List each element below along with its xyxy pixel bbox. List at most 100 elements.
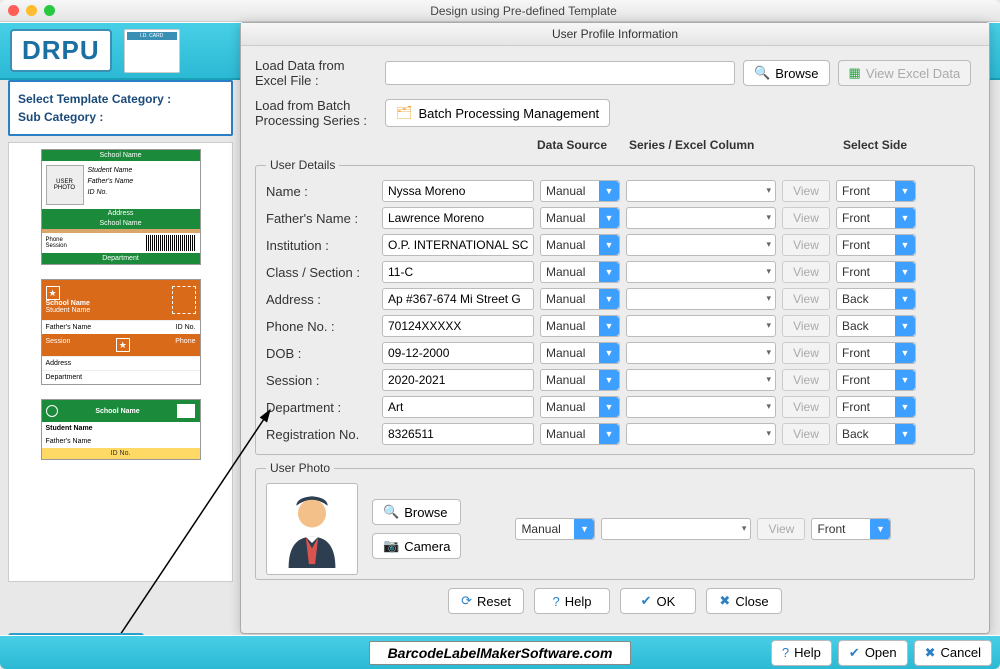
id-card-thumbnail: I.D. CARD	[124, 29, 180, 73]
check-icon: ✔	[849, 645, 860, 661]
field-input[interactable]	[382, 315, 534, 337]
close-icon: ✖	[719, 593, 730, 609]
circle-icon	[46, 405, 58, 417]
column-select[interactable]: ▾	[626, 423, 776, 445]
photo-side-select[interactable]: Front▼	[811, 518, 891, 540]
photo-datasource-select[interactable]: Manual▼	[515, 518, 595, 540]
datasource-select[interactable]: Manual▼	[540, 342, 620, 364]
zoom-window-button[interactable]	[44, 5, 55, 16]
chevron-down-icon: ▼	[599, 316, 619, 336]
view-button[interactable]: View	[782, 261, 830, 283]
field-input[interactable]	[382, 423, 534, 445]
person-icon	[273, 490, 351, 568]
chevron-down-icon: ▾	[766, 428, 771, 439]
side-select[interactable]: Front▼	[836, 180, 916, 202]
view-button[interactable]: View	[782, 396, 830, 418]
column-select[interactable]: ▾	[626, 234, 776, 256]
camera-icon: 📷	[383, 538, 399, 554]
datasource-select[interactable]: Manual▼	[540, 234, 620, 256]
view-button[interactable]: View	[782, 342, 830, 364]
reset-button[interactable]: ⟳Reset	[448, 588, 524, 614]
chevron-down-icon: ▾	[766, 347, 771, 358]
photo-column-select[interactable]: ▾	[601, 518, 751, 540]
datasource-select[interactable]: Manual▼	[540, 207, 620, 229]
table-icon: ▦	[849, 65, 861, 81]
photo-browse-button[interactable]: 🔍Browse	[372, 499, 461, 525]
grid-header: Data Source Series / Excel Column Select…	[255, 138, 975, 152]
side-select[interactable]: Front▼	[836, 369, 916, 391]
column-select[interactable]: ▾	[626, 261, 776, 283]
field-input[interactable]	[382, 288, 534, 310]
column-select[interactable]: ▾	[626, 315, 776, 337]
datasource-select[interactable]: Manual▼	[540, 315, 620, 337]
side-select[interactable]: Front▼	[836, 261, 916, 283]
chevron-down-icon: ▼	[895, 370, 915, 390]
ok-button[interactable]: ✔OK	[620, 588, 696, 614]
bottom-open-button[interactable]: ✔Open	[838, 640, 908, 666]
view-button[interactable]: View	[782, 315, 830, 337]
excel-label: Load Data from Excel File :	[255, 58, 377, 88]
side-select[interactable]: Back▼	[836, 288, 916, 310]
view-button[interactable]: View	[782, 207, 830, 229]
field-row: Registration No.Manual▼▾ViewBack▼	[266, 423, 964, 445]
chevron-down-icon: ▼	[895, 235, 915, 255]
help-button[interactable]: ?Help	[534, 588, 610, 614]
photo-view-button[interactable]: View	[757, 518, 805, 540]
datasource-select[interactable]: Manual▼	[540, 396, 620, 418]
template-card-2[interactable]: ★ School Name Student Name Father's Name…	[41, 279, 201, 385]
view-button[interactable]: View	[782, 180, 830, 202]
field-label: Institution :	[266, 238, 376, 253]
dialog-title: User Profile Information	[241, 23, 989, 46]
template-card-3[interactable]: School Name Student Name Father's Name I…	[41, 399, 201, 460]
template-card-1[interactable]: School Name USER PHOTO Student Name Fath…	[41, 149, 201, 265]
field-input[interactable]	[382, 396, 534, 418]
minimize-window-button[interactable]	[26, 5, 37, 16]
field-input[interactable]	[382, 180, 534, 202]
bottom-cancel-button[interactable]: ✖Cancel	[914, 640, 992, 666]
column-select[interactable]: ▾	[626, 288, 776, 310]
close-window-button[interactable]	[8, 5, 19, 16]
column-select[interactable]: ▾	[626, 207, 776, 229]
side-select[interactable]: Back▼	[836, 423, 916, 445]
bottom-help-button[interactable]: ?Help	[771, 640, 832, 666]
side-select[interactable]: Front▼	[836, 396, 916, 418]
side-select[interactable]: Front▼	[836, 234, 916, 256]
side-select[interactable]: Front▼	[836, 342, 916, 364]
chevron-down-icon: ▼	[599, 181, 619, 201]
template-list[interactable]: School Name USER PHOTO Student Name Fath…	[8, 142, 233, 582]
view-button[interactable]: View	[782, 234, 830, 256]
batch-processing-button[interactable]: 🗂 Batch Processing Management	[385, 99, 610, 127]
field-row: Father's Name :Manual▼▾ViewFront▼	[266, 207, 964, 229]
column-select[interactable]: ▾	[626, 369, 776, 391]
view-button[interactable]: View	[782, 288, 830, 310]
star-icon: ★	[46, 286, 60, 300]
side-select[interactable]: Front▼	[836, 207, 916, 229]
datasource-select[interactable]: Manual▼	[540, 369, 620, 391]
datasource-select[interactable]: Manual▼	[540, 180, 620, 202]
datasource-select[interactable]: Manual▼	[540, 423, 620, 445]
field-label: Department :	[266, 400, 376, 415]
search-icon: 🔍	[754, 65, 770, 81]
field-input[interactable]	[382, 342, 534, 364]
side-select[interactable]: Back▼	[836, 315, 916, 337]
column-select[interactable]: ▾	[626, 180, 776, 202]
field-input[interactable]	[382, 369, 534, 391]
avatar	[266, 483, 358, 575]
chevron-down-icon: ▼	[599, 262, 619, 282]
datasource-select[interactable]: Manual▼	[540, 288, 620, 310]
view-button[interactable]: View	[782, 369, 830, 391]
datasource-select[interactable]: Manual▼	[540, 261, 620, 283]
template-category-label: Select Template Category :	[18, 92, 223, 106]
field-input[interactable]	[382, 207, 534, 229]
close-button[interactable]: ✖Close	[706, 588, 782, 614]
excel-file-input[interactable]	[385, 61, 735, 85]
browse-excel-button[interactable]: 🔍Browse	[743, 60, 830, 86]
field-input[interactable]	[382, 234, 534, 256]
view-excel-button[interactable]: ▦View Excel Data	[838, 60, 972, 86]
chevron-down-icon: ▼	[895, 397, 915, 417]
photo-camera-button[interactable]: 📷Camera	[372, 533, 461, 559]
field-input[interactable]	[382, 261, 534, 283]
column-select[interactable]: ▾	[626, 342, 776, 364]
column-select[interactable]: ▾	[626, 396, 776, 418]
view-button[interactable]: View	[782, 423, 830, 445]
